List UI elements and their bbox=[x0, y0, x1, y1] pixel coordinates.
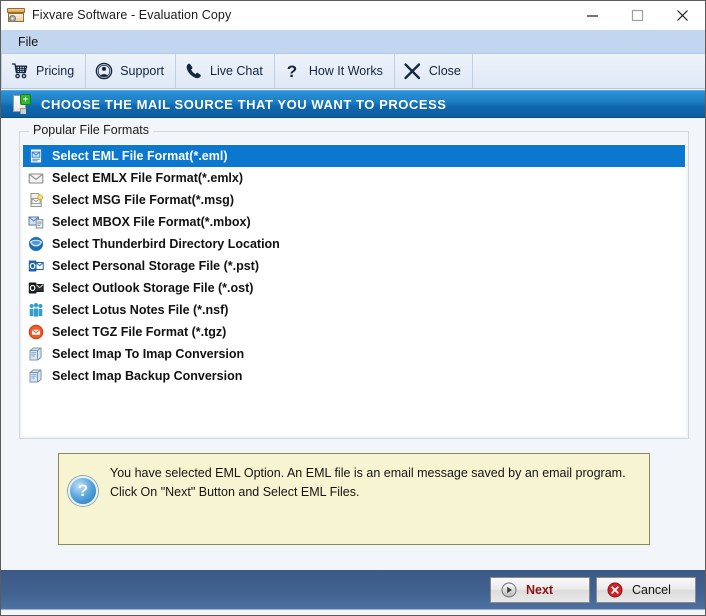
file-format-list[interactable]: Select EML File Format(*.eml) Select EML… bbox=[22, 144, 686, 436]
next-button[interactable]: Next bbox=[490, 576, 590, 603]
play-circle-icon bbox=[500, 581, 517, 598]
toolbar-item-close[interactable]: Close bbox=[395, 54, 473, 88]
tgz-file-icon bbox=[27, 324, 44, 341]
error-circle-icon bbox=[606, 581, 623, 598]
list-item-label: Select EMLX File Format(*.emlx) bbox=[52, 171, 244, 185]
cancel-button[interactable]: Cancel bbox=[596, 576, 696, 603]
section-header: + CHOOSE THE MAIL SOURCE THAT YOU WANT T… bbox=[1, 90, 705, 118]
maximize-button[interactable] bbox=[615, 1, 660, 29]
toolbar-label-live-chat: Live Chat bbox=[210, 64, 263, 78]
shopping-cart-icon bbox=[10, 62, 29, 81]
cancel-button-label: Cancel bbox=[632, 582, 671, 597]
content-area: Popular File Formats Select EML File For… bbox=[1, 118, 705, 570]
list-item[interactable]: Select TGZ File Format (*.tgz) bbox=[23, 321, 685, 343]
list-item-label: Select Thunderbird Directory Location bbox=[52, 237, 280, 251]
question-mark-icon: ? bbox=[283, 62, 302, 81]
close-icon bbox=[677, 9, 688, 21]
toolbar-item-how-it-works[interactable]: ? How It Works bbox=[275, 54, 395, 88]
minimize-icon bbox=[587, 14, 598, 17]
application-window: Fixvare Software - Evaluation Copy File … bbox=[0, 0, 706, 616]
title-bar: Fixvare Software - Evaluation Copy bbox=[1, 1, 705, 30]
imap-server-icon bbox=[27, 346, 44, 363]
minimize-button[interactable] bbox=[570, 1, 615, 29]
user-circle-icon bbox=[94, 62, 113, 81]
archive-box-icon bbox=[7, 6, 25, 24]
toolbar-item-pricing[interactable]: Pricing bbox=[1, 54, 87, 88]
list-item-label: Select Outlook Storage File (*.ost) bbox=[52, 281, 254, 295]
list-item-label: Select EML File Format(*.eml) bbox=[52, 149, 228, 163]
next-button-label: Next bbox=[526, 582, 554, 597]
toolbar-item-support[interactable]: Support bbox=[86, 54, 176, 88]
section-header-wrap: + CHOOSE THE MAIL SOURCE THAT YOU WANT T… bbox=[1, 89, 705, 118]
svg-text:O: O bbox=[29, 262, 35, 271]
outlook-pst-icon: O bbox=[27, 258, 44, 275]
group-title: Popular File Formats bbox=[29, 123, 154, 137]
list-item[interactable]: O Select Outlook Storage File (*.ost) bbox=[23, 277, 685, 299]
list-item[interactable]: Select Thunderbird Directory Location bbox=[23, 233, 685, 255]
close-button[interactable] bbox=[660, 1, 705, 29]
svg-text:?: ? bbox=[287, 62, 297, 80]
footer-bar: Next Cancel bbox=[1, 570, 705, 610]
toolbar-item-live-chat[interactable]: Live Chat bbox=[176, 54, 275, 88]
list-item-label: Select MBOX File Format(*.mbox) bbox=[52, 215, 251, 229]
svg-text:O: O bbox=[29, 284, 35, 293]
list-item[interactable]: Select Imap Backup Conversion bbox=[23, 365, 685, 387]
list-item-label: Select Imap To Imap Conversion bbox=[52, 347, 245, 361]
lotus-notes-icon bbox=[27, 302, 44, 319]
window-controls bbox=[570, 1, 705, 29]
toolbar-label-pricing: Pricing bbox=[36, 64, 75, 78]
list-item[interactable]: O Select Personal Storage File (*.pst) bbox=[23, 255, 685, 277]
eml-file-icon bbox=[27, 148, 44, 165]
info-panel-text: You have selected EML Option. An EML fil… bbox=[110, 466, 626, 499]
list-item-label: Select Imap Backup Conversion bbox=[52, 369, 243, 383]
mbox-file-icon bbox=[27, 214, 44, 231]
help-question-icon: ? bbox=[68, 476, 98, 506]
maximize-icon bbox=[631, 9, 644, 21]
thunderbird-icon bbox=[27, 236, 44, 253]
footer-strip bbox=[1, 610, 705, 615]
list-item[interactable]: Select MBOX File Format(*.mbox) bbox=[23, 211, 685, 233]
menu-item-file[interactable]: File bbox=[10, 32, 46, 52]
imap-server-icon bbox=[27, 368, 44, 385]
toolbar: Pricing Support Live Chat ? How It Works… bbox=[1, 54, 705, 89]
list-item[interactable]: Select Lotus Notes File (*.nsf) bbox=[23, 299, 685, 321]
toolbar-label-close: Close bbox=[428, 64, 461, 78]
window-title: Fixvare Software - Evaluation Copy bbox=[32, 8, 232, 22]
list-item[interactable]: Select EMLX File Format(*.emlx) bbox=[23, 167, 685, 189]
menu-bar: File bbox=[1, 30, 705, 54]
list-item[interactable]: Select EML File Format(*.eml) bbox=[23, 145, 685, 167]
phone-icon bbox=[184, 62, 203, 81]
new-document-icon: + bbox=[11, 94, 31, 114]
outlook-ost-icon: O bbox=[27, 280, 44, 297]
section-header-title: CHOOSE THE MAIL SOURCE THAT YOU WANT TO … bbox=[41, 96, 447, 112]
info-panel: ? You have selected EML Option. An EML f… bbox=[58, 453, 650, 545]
envelope-icon bbox=[27, 170, 44, 187]
x-cross-icon bbox=[403, 62, 422, 81]
list-item-label: Select Lotus Notes File (*.nsf) bbox=[52, 303, 229, 317]
list-item[interactable]: Select MSG File Format(*.msg) bbox=[23, 189, 685, 211]
toolbar-label-support: Support bbox=[120, 64, 164, 78]
list-item-label: Select Personal Storage File (*.pst) bbox=[52, 259, 260, 273]
list-item-label: Select TGZ File Format (*.tgz) bbox=[52, 325, 227, 339]
msg-file-icon bbox=[27, 192, 44, 209]
list-item-label: Select MSG File Format(*.msg) bbox=[52, 193, 234, 207]
toolbar-label-how-it-works: How It Works bbox=[308, 64, 383, 78]
list-item[interactable]: Select Imap To Imap Conversion bbox=[23, 343, 685, 365]
